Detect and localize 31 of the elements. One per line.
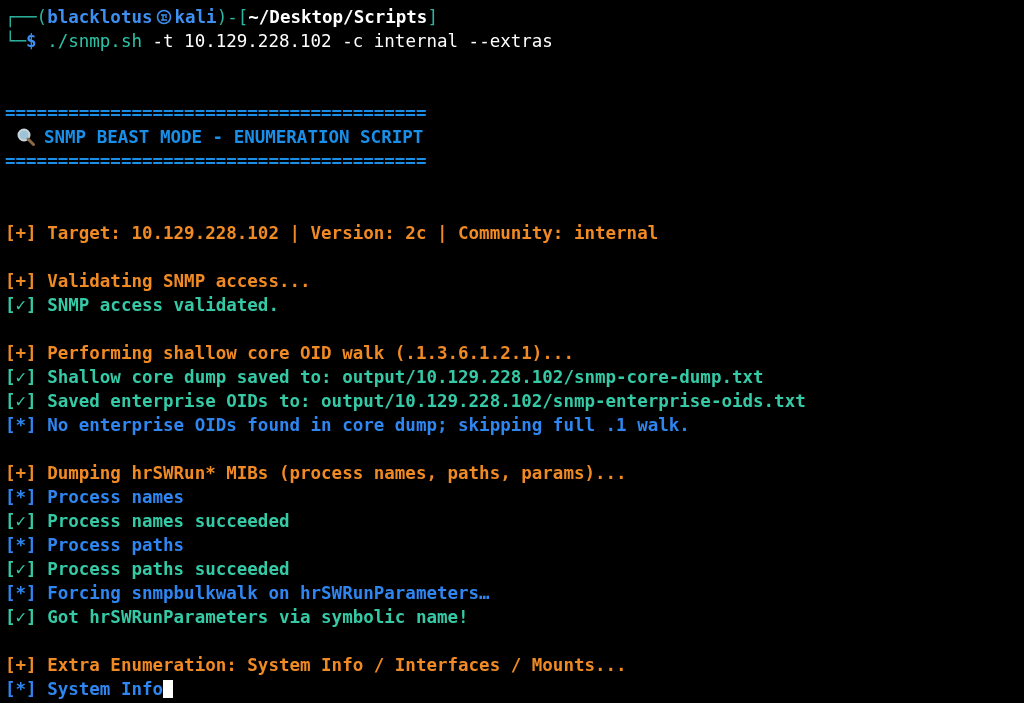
info-line: [+] Performing shallow core OID walk (.1.3.6.1.2.1)... (5, 342, 574, 365)
banner-title: SNMP BEAST MODE - ENUMERATION SCRIPT (44, 126, 424, 149)
prompt-frame: )-[ (216, 5, 249, 29)
prompt-sign: $ (26, 31, 37, 53)
status-line: [*] No enterprise OIDs found in core dump; skipping full .1 walk. (5, 414, 690, 437)
success-line: [✓] Process names succeeded (5, 510, 290, 533)
success-line: [✓] SNMP access validated. (5, 294, 279, 317)
success-line: [✓] Saved enterprise OIDs to: output/10.129.228.102/snmp-enterprise-oids.txt (5, 390, 806, 413)
info-line: [+] Extra Enumeration: System Info / Interfaces / Mounts... (5, 654, 627, 677)
command-arguments: -t 10.129.228.102 -c internal --extras (152, 30, 553, 53)
status-line: [*] Process names (5, 486, 185, 509)
success-line: [✓] Shallow core dump saved to: output/10.129.228.102/snmp-core-dump.txt (5, 366, 764, 389)
banner-rule: ======================================== (5, 102, 427, 125)
user-name: kali (174, 6, 217, 29)
info-line: [+] Validating SNMP access... (5, 270, 311, 293)
prompt-frame: └─ (5, 29, 27, 53)
prompt-frame: ] (427, 5, 438, 29)
command-name: ./snmp.sh (47, 30, 142, 53)
status-line: [*] System Info (5, 678, 164, 701)
search-icon (17, 128, 35, 146)
banner-rule: ======================================== (5, 150, 427, 173)
status-line: [*] Process paths (5, 534, 185, 557)
success-line: [✓] Got hrSWRunParameters via symbolic name! (5, 606, 469, 629)
working-directory: ~/Desktop/Scripts (248, 6, 428, 29)
user-name: blacklotus (47, 6, 153, 29)
info-line: [+] Dumping hrSWRun* MIBs (process names, paths, params)... (5, 462, 627, 485)
info-line: [+] Target: 10.129.228.102 | Version: 2c | Community: internal (5, 222, 659, 245)
circle-symbol-icon (155, 9, 172, 25)
prompt-frame: ┌──( (5, 5, 48, 29)
success-line: [✓] Process paths succeeded (5, 558, 290, 581)
status-line: [*] Forcing snmpbulkwalk on hrSWRunParameters… (5, 582, 490, 605)
